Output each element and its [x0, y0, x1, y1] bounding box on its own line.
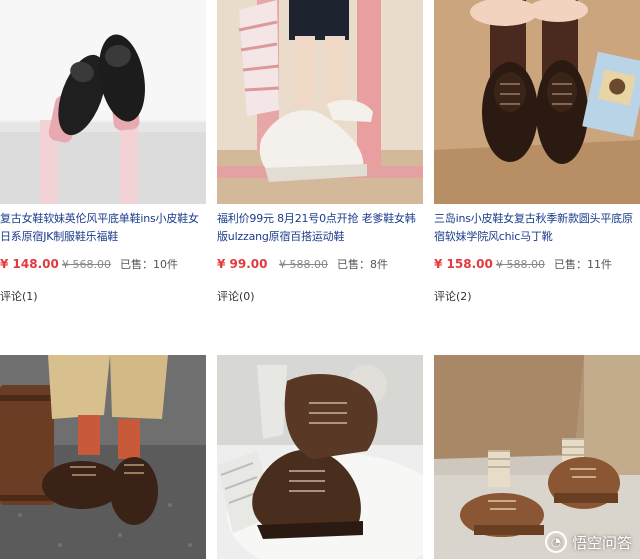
- product-card[interactable]: [0, 355, 206, 559]
- product-card[interactable]: [217, 355, 423, 559]
- original-price: ¥ 588.00: [496, 257, 545, 271]
- price-row: ¥ 148.00 ¥ 568.00 已售：10件: [0, 256, 206, 272]
- product-title[interactable]: 福利价99元 8月21号0点开抢 老爹鞋女韩版ulzzang原宿百搭运动鞋: [217, 210, 423, 246]
- watermark: ◔ 悟空问答: [544, 531, 632, 553]
- original-price: ¥ 588.00: [279, 257, 328, 271]
- comments-link[interactable]: 评论(2): [434, 288, 640, 304]
- product-image[interactable]: [0, 0, 206, 204]
- sold-count: 已售：8件: [337, 258, 388, 271]
- sold-count: 已售：10件: [120, 258, 178, 271]
- product-image[interactable]: [434, 0, 640, 204]
- original-price: ¥ 568.00: [62, 257, 111, 271]
- product-image[interactable]: [0, 355, 206, 559]
- product-card[interactable]: ◔ 悟空问答: [434, 355, 640, 559]
- wukong-logo-icon: ◔: [544, 531, 567, 553]
- sold-count: 已售：11件: [554, 258, 612, 271]
- product-title[interactable]: 三岛ins小皮鞋女复古秋季新款圆头平底原宿软妹学院风chic马丁靴: [434, 210, 640, 246]
- product-card[interactable]: 三岛ins小皮鞋女复古秋季新款圆头平底原宿软妹学院风chic马丁靴 ¥ 158.…: [434, 0, 640, 304]
- product-image[interactable]: ◔ 悟空问答: [434, 355, 640, 559]
- current-price: ¥ 158.00: [434, 257, 493, 271]
- current-price: ¥ 148.00: [0, 257, 59, 271]
- comments-link[interactable]: 评论(1): [0, 288, 206, 304]
- product-title[interactable]: 复古女鞋软妹英伦风平底单鞋ins小皮鞋女日系原宿JK制服鞋乐福鞋: [0, 210, 206, 246]
- comments-link[interactable]: 评论(0): [217, 288, 423, 304]
- price-row: ¥ 158.00 ¥ 588.00 已售：11件: [434, 256, 640, 272]
- product-card[interactable]: 复古女鞋软妹英伦风平底单鞋ins小皮鞋女日系原宿JK制服鞋乐福鞋 ¥ 148.0…: [0, 0, 206, 304]
- product-image[interactable]: [217, 355, 423, 559]
- price-row: ¥ 99.00 ¥ 588.00 已售：8件: [217, 256, 423, 272]
- product-image[interactable]: [217, 0, 423, 204]
- current-price: ¥ 99.00: [217, 257, 268, 271]
- watermark-text: 悟空问答: [571, 533, 632, 552]
- product-card[interactable]: 福利价99元 8月21号0点开抢 老爹鞋女韩版ulzzang原宿百搭运动鞋 ¥ …: [217, 0, 423, 304]
